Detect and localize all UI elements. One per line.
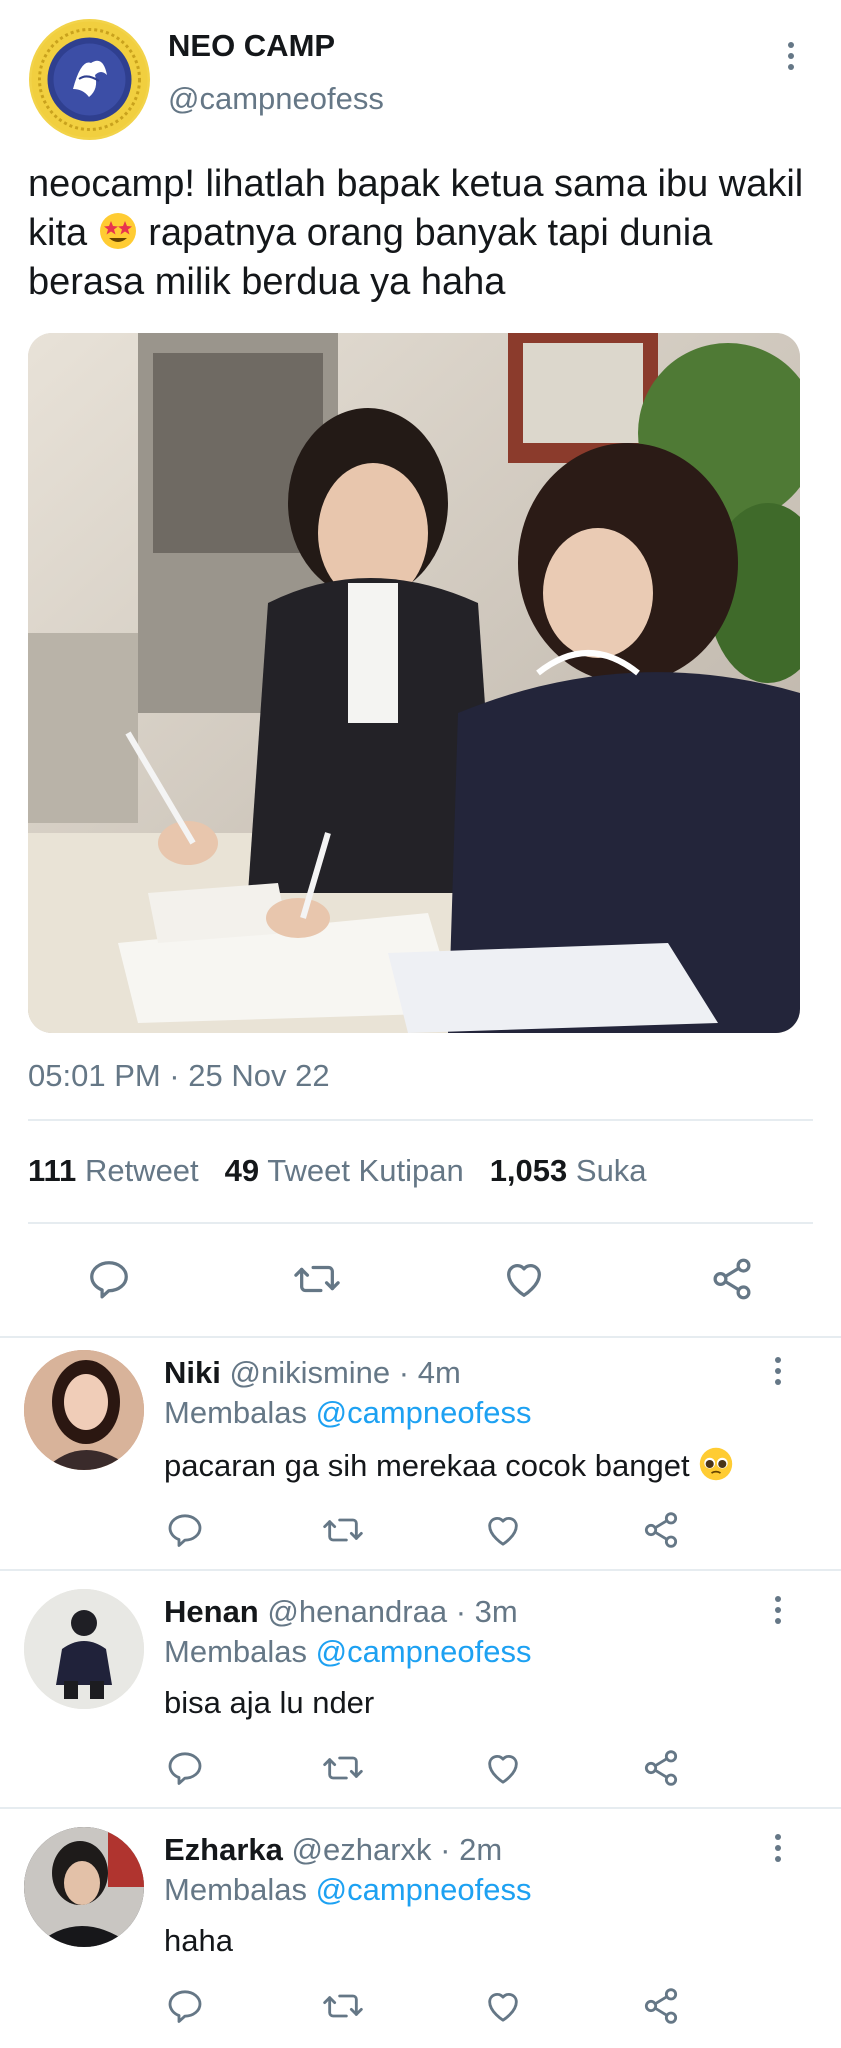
quote-label: Tweet Kutipan	[267, 1153, 464, 1188]
like-count: 1,053	[489, 1153, 568, 1188]
reply-icon[interactable]	[160, 1743, 210, 1793]
like-stat[interactable]: 1,053 Suka	[490, 1153, 647, 1188]
reply-time: · 4m	[398, 1355, 461, 1390]
reply-author-handle[interactable]: @henandraa	[267, 1594, 447, 1629]
reply-author-name[interactable]: Niki	[164, 1355, 221, 1390]
replying-to: Membalas @campneofess	[164, 1395, 531, 1431]
tweet-stats: 111 Retweet 49 Tweet Kutipan 1,053 Suka	[28, 1153, 647, 1189]
retweet-label: Retweet	[84, 1153, 199, 1188]
divider	[0, 1569, 841, 1571]
divider	[28, 1222, 813, 1224]
like-icon[interactable]	[478, 1505, 528, 1555]
reply-author-name[interactable]: Ezharka	[164, 1832, 283, 1867]
reply-avatar[interactable]	[24, 1350, 144, 1470]
tweet-actions	[0, 1254, 841, 1304]
reply-icon[interactable]	[160, 1505, 210, 1555]
divider	[28, 1119, 813, 1121]
mention-link[interactable]: @campneofess	[316, 1872, 532, 1907]
reply-header: Henan @henandraa · 3m	[164, 1594, 518, 1630]
like-icon[interactable]	[499, 1254, 549, 1304]
reply-icon[interactable]	[84, 1254, 134, 1304]
like-icon[interactable]	[478, 1743, 528, 1793]
like-icon[interactable]	[478, 1981, 528, 2031]
reply-time: · 3m	[455, 1594, 518, 1629]
author-handle[interactable]: @campneofess	[168, 81, 384, 117]
mention-link[interactable]: @campneofess	[316, 1634, 532, 1669]
tweet-photo[interactable]	[28, 333, 800, 1033]
reply-text: haha	[164, 1923, 233, 1958]
pleading-face-emoji-icon	[700, 1447, 733, 1481]
reply-actions	[0, 1743, 841, 1793]
reply-author-handle[interactable]: @ezharxk	[292, 1832, 432, 1867]
reply-text: bisa aja lu nder	[164, 1685, 375, 1720]
retweet-icon[interactable]	[292, 1254, 342, 1304]
more-options-icon[interactable]	[772, 1596, 784, 1624]
reply-author-name[interactable]: Henan	[164, 1594, 259, 1629]
divider	[0, 1807, 841, 1809]
tweet-text: neocamp! lihatlah bapak ketua sama ibu w…	[28, 160, 818, 307]
star-struck-emoji-icon	[99, 213, 136, 249]
reply-avatar[interactable]	[24, 1827, 144, 1947]
reply-actions	[0, 1505, 841, 1555]
reply-avatar[interactable]	[24, 1589, 144, 1709]
more-options-icon[interactable]	[772, 1357, 784, 1385]
mention-link[interactable]: @campneofess	[316, 1395, 532, 1430]
retweet-icon[interactable]	[318, 1743, 368, 1793]
reply-text-body: pacaran ga sih merekaa cocok banget	[164, 1448, 690, 1483]
more-options-icon[interactable]	[785, 42, 797, 70]
share-icon[interactable]	[707, 1254, 757, 1304]
retweet-icon[interactable]	[318, 1505, 368, 1555]
retweet-stat[interactable]: 111 Retweet	[28, 1153, 199, 1188]
divider	[0, 1336, 841, 1338]
reply-time: · 2m	[440, 1832, 503, 1867]
reply-author-handle[interactable]: @nikismine	[229, 1355, 390, 1390]
replying-label: Membalas	[164, 1395, 307, 1430]
retweet-icon[interactable]	[318, 1981, 368, 2031]
reply-icon[interactable]	[160, 1981, 210, 2031]
retweet-count: 111	[28, 1153, 77, 1188]
author-name[interactable]: NEO CAMP	[168, 28, 335, 64]
like-label: Suka	[575, 1153, 647, 1188]
quote-count: 49	[224, 1153, 260, 1188]
replying-label: Membalas	[164, 1872, 307, 1907]
reply-header: Niki @nikismine · 4m	[164, 1355, 461, 1391]
share-icon[interactable]	[636, 1505, 686, 1555]
reply-header: Ezharka @ezharxk · 2m	[164, 1832, 502, 1868]
share-icon[interactable]	[636, 1981, 686, 2031]
tweet-timestamp[interactable]: 05:01 PM · 25 Nov 22	[28, 1058, 330, 1094]
more-options-icon[interactable]	[772, 1834, 784, 1862]
tweet-detail-page: NEO CAMP @campneofess neocamp! lihatlah …	[0, 0, 841, 2048]
reply-text: pacaran ga sih merekaa cocok banget	[164, 1446, 734, 1484]
author-avatar[interactable]	[29, 19, 150, 140]
replying-label: Membalas	[164, 1634, 307, 1669]
replying-to: Membalas @campneofess	[164, 1634, 531, 1670]
reply-actions	[0, 1981, 841, 2031]
quote-stat[interactable]: 49 Tweet Kutipan	[225, 1153, 464, 1188]
replying-to: Membalas @campneofess	[164, 1872, 531, 1908]
share-icon[interactable]	[636, 1743, 686, 1793]
